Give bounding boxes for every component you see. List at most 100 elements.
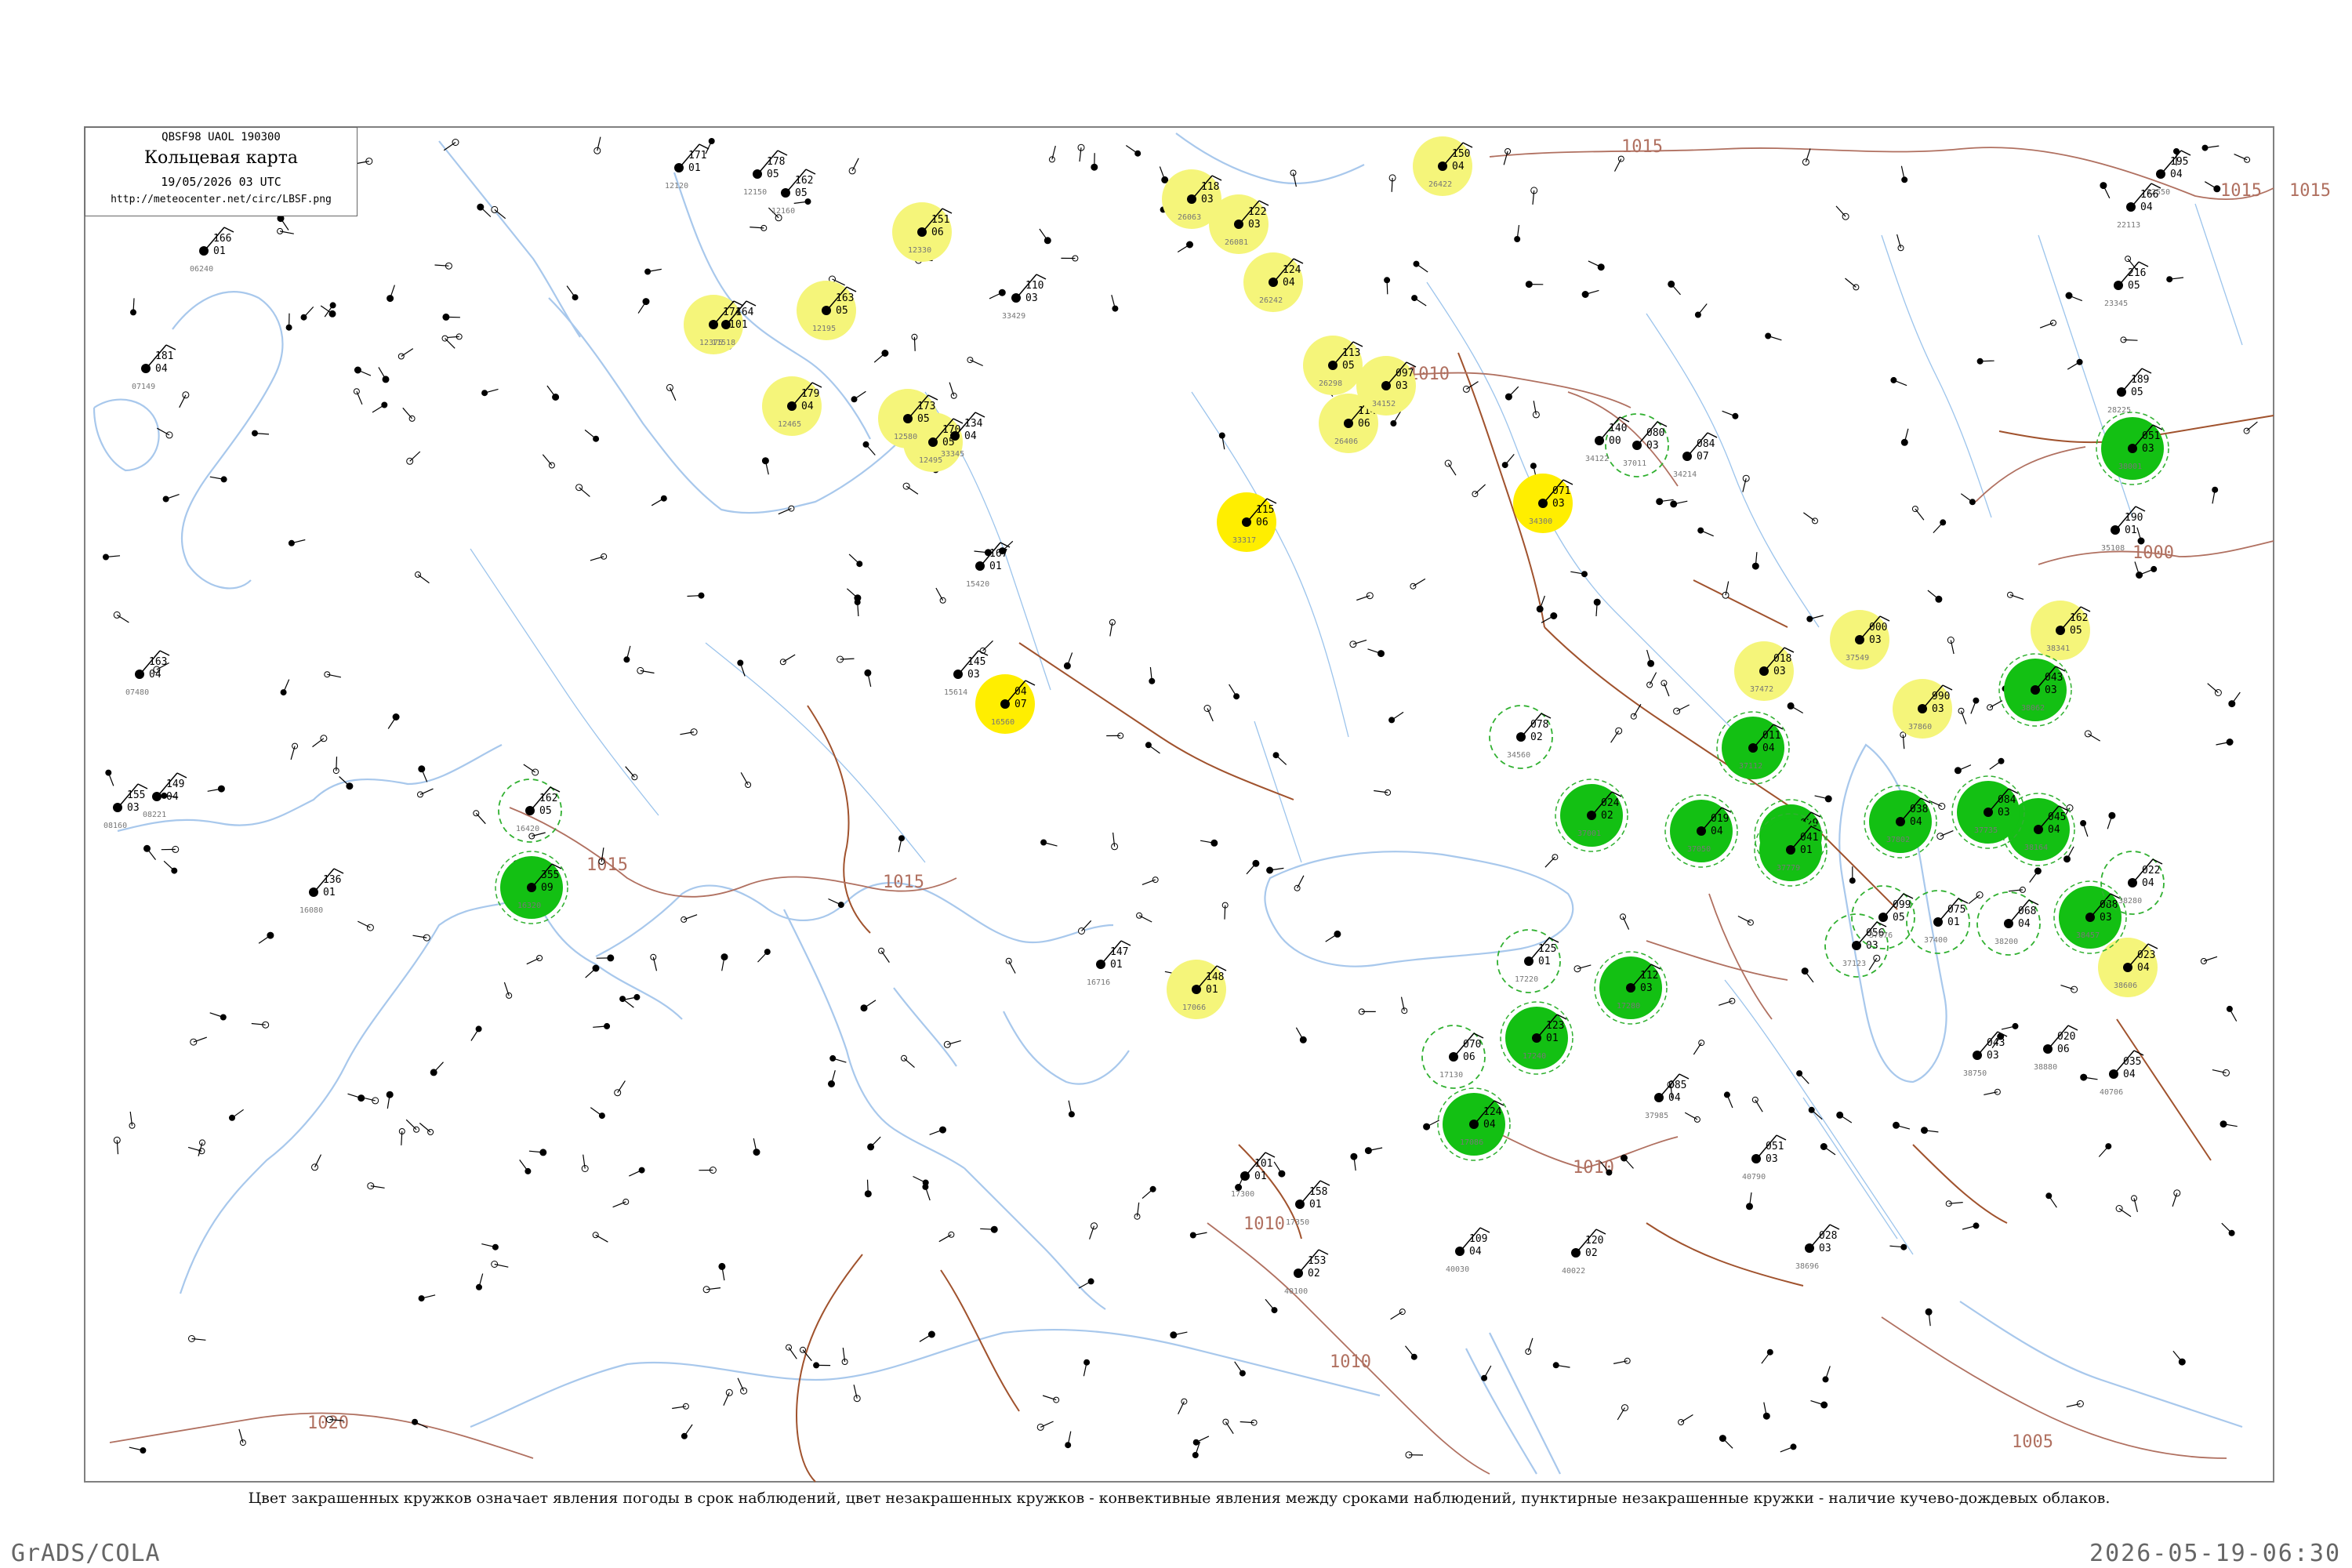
station-pressure: 125 [1538, 943, 1556, 955]
station-pressure: 163 [836, 292, 854, 304]
station-index: 34300 [1529, 517, 1552, 526]
station-tendency: 01 [989, 561, 1002, 572]
station-plot[interactable]: 0180337472 [1734, 641, 1795, 701]
station-index: 38341 [2046, 644, 2070, 653]
station-index: 17240 [1523, 1052, 1546, 1061]
station-pressure: 990 [1932, 691, 1950, 702]
station-index: 16560 [991, 718, 1014, 727]
station-index: 34122 [1585, 455, 1609, 463]
map-legend: QBSF98 UAOL 190300 Кольцевая карта 19/05… [85, 127, 358, 216]
station-tendency: 01 [1947, 916, 1960, 928]
station-tendency: 01 [1254, 1171, 1267, 1182]
station-tendency: 04 [155, 363, 168, 375]
station-pressure: 035 [2123, 1056, 2141, 1068]
station-plot[interactable]: 0230438606 [2098, 938, 2158, 997]
station-index: 37123 [1842, 960, 1866, 968]
station-pressure: 150 [1452, 148, 1470, 160]
station-pressure: 124 [1283, 264, 1301, 276]
station-index: 37112 [1739, 762, 1762, 771]
station-pressure: 070 [1463, 1039, 1481, 1051]
station-pressure: 158 [1309, 1186, 1327, 1198]
station-tendency: 04 [964, 430, 977, 442]
station-index: 37050 [1687, 845, 1711, 854]
map-url[interactable]: http://meteocenter.net/circ/LBSF.png [85, 194, 357, 205]
station-index: 12465 [778, 420, 801, 429]
station-index: 37802 [1886, 836, 1910, 844]
station-plot[interactable]: 0970334152 [1356, 356, 1417, 416]
station-pressure: 097 [1396, 368, 1414, 379]
station-pressure: 112 [1640, 970, 1658, 982]
weather-map-stage: 1015 1015 1015 1015 1010 1010 1010 1010 1000 1020… [0, 0, 2352, 1568]
station-tendency: 01 [1309, 1199, 1322, 1210]
station-tendency: 01 [1206, 984, 1218, 996]
station-pressure: 151 [931, 214, 949, 226]
station-tendency: 04 [149, 669, 162, 681]
station-plot[interactable]: 1620538341 [2031, 601, 2091, 660]
station-plot[interactable]: 1630512195 [797, 281, 857, 340]
station-tendency: 04 [1762, 742, 1775, 754]
station-tendency: 04 [2137, 962, 2150, 974]
station-index: 40022 [1562, 1267, 1585, 1276]
station-tendency: 03 [1932, 703, 1944, 715]
station-index: 26081 [1225, 238, 1248, 247]
station-index: 37472 [1750, 685, 1773, 694]
station-tendency: 01 [1110, 959, 1123, 971]
station-pressure: 163 [149, 656, 167, 668]
station-plot[interactable]: 9900337860 [1893, 679, 1953, 739]
station-plot[interactable]: 0000337549 [1830, 610, 1890, 670]
station-tendency: 05 [1342, 360, 1355, 372]
station-index: 12120 [665, 182, 688, 191]
station-plot[interactable]: 1150633317 [1217, 492, 1277, 552]
render-timestamp: 2026-05-19-06:30 [2089, 1540, 2341, 1567]
station-plot[interactable]: 0710334300 [1513, 474, 1573, 533]
station-index: 34560 [1507, 751, 1530, 760]
station-plot[interactable]: 1510612330 [892, 202, 953, 262]
station-tendency: 02 [1308, 1268, 1320, 1279]
station-index: 38200 [1994, 938, 2018, 946]
station-plot[interactable]: 1130526298 [1303, 336, 1363, 395]
station-index: 17300 [1231, 1190, 1254, 1199]
station-pressure: 028 [1819, 1230, 1837, 1242]
station-pressure: 045 [2048, 811, 2066, 823]
station-index: 34152 [1372, 400, 1396, 408]
station-index: 26063 [1178, 213, 1201, 222]
station-plot[interactable]: 040716560 [975, 674, 1036, 734]
station-tendency: 01 [1538, 956, 1551, 967]
station-index: 40100 [1284, 1287, 1308, 1296]
station-tendency: 03 [1773, 666, 1786, 677]
station-plot[interactable]: 1480117066 [1167, 960, 1227, 1019]
station-index: 34214 [1673, 470, 1697, 479]
station-tendency: 04 [801, 401, 814, 412]
station-index: 26422 [1428, 180, 1452, 189]
station-plot[interactable]: 1240426242 [1243, 252, 1304, 312]
station-tendency: 01 [1800, 844, 1813, 856]
station-plot[interactable]: 1500426422 [1413, 136, 1473, 196]
station-plot[interactable]: 1730512580 [878, 389, 938, 448]
station-tendency: 00 [1609, 435, 1621, 447]
station-pressure: 109 [1469, 1233, 1487, 1245]
station-tendency: 04 [1283, 277, 1295, 289]
station-pressure: 084 [1998, 794, 2016, 806]
station-index: 17280 [1617, 1002, 1640, 1011]
station-tendency: 02 [1530, 731, 1543, 743]
station-pressure: 181 [155, 350, 173, 362]
legend-note: Цвет закрашенных кружков означает явлени… [248, 1490, 2111, 1507]
station-tendency: 06 [1358, 418, 1370, 430]
station-tendency: 04 [1668, 1092, 1681, 1104]
station-plot[interactable]: 1790412465 [762, 376, 822, 436]
station-tendency: 06 [2057, 1044, 2070, 1055]
station-index: 26298 [1319, 379, 1342, 388]
station-tendency: 09 [541, 882, 554, 894]
station-index: 22113 [2117, 221, 2140, 230]
station-index: 38880 [2034, 1063, 2057, 1072]
station-plot[interactable]: 1220326081 [1209, 194, 1269, 254]
station-pressure: 085 [1668, 1080, 1686, 1091]
station-tendency: 05 [2128, 280, 2140, 292]
station-pressure: 147 [1110, 946, 1128, 958]
station-tendency: 01 [213, 245, 226, 257]
station-pressure: 155 [127, 789, 145, 801]
station-pressure: 162 [539, 793, 557, 804]
station-index: 38001 [2118, 463, 2142, 471]
wind-barb [2123, 339, 2138, 341]
station-index: 37735 [1974, 826, 1998, 835]
